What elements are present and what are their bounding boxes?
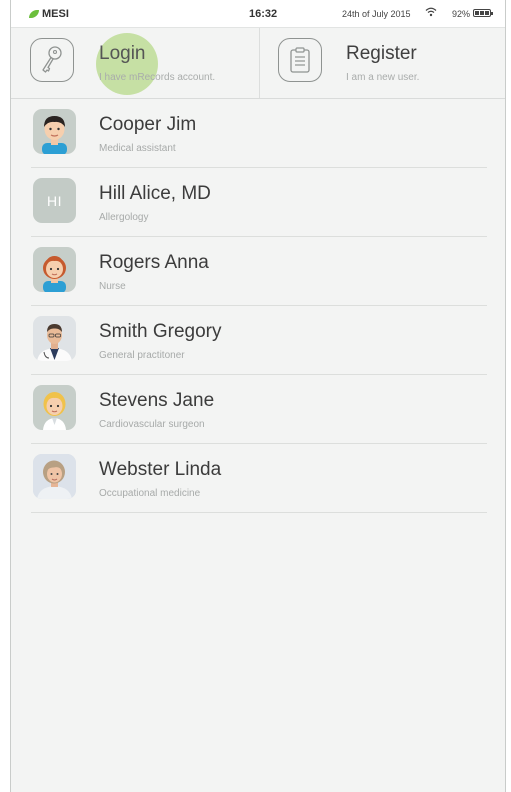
tablet-screen: MESI 16:32 24th of July 2015 92% Login I… <box>10 0 506 792</box>
brand: MESI <box>29 8 69 20</box>
date: 24th of July 2015 <box>342 9 411 19</box>
cartoon-man-avatar <box>33 109 76 154</box>
account-actions: Login I have mRecords account. Register … <box>11 28 505 99</box>
key-icon <box>30 38 74 82</box>
user-role: Nurse <box>99 281 126 292</box>
wifi-icon <box>425 7 437 17</box>
clipboard-icon <box>278 38 322 82</box>
user-name: Webster Linda <box>99 459 222 480</box>
user-name: Stevens Jane <box>99 390 215 411</box>
cartoon-blonde-avatar <box>33 385 76 430</box>
user-item-rogers-anna[interactable]: Rogers Anna Nurse <box>31 237 487 306</box>
login-title: Login <box>99 43 146 64</box>
user-list: Cooper Jim Medical assistant HI Hill Ali… <box>31 99 487 513</box>
user-role: General practitoner <box>99 350 185 361</box>
login-subtitle: I have mRecords account. <box>99 72 216 83</box>
register-button[interactable]: Register I am a new user. <box>260 28 505 98</box>
user-role: Allergology <box>99 212 149 223</box>
user-role: Cardiovascular surgeon <box>99 419 205 430</box>
battery-icon <box>473 9 493 17</box>
user-item-stevens-jane[interactable]: Stevens Jane Cardiovascular surgeon <box>31 375 487 444</box>
user-name: Hill Alice, MD <box>99 183 211 204</box>
user-name: Smith Gregory <box>99 321 222 342</box>
initials-avatar: HI <box>33 178 76 223</box>
cartoon-redhead-avatar <box>33 247 76 292</box>
user-role: Medical assistant <box>99 143 176 154</box>
user-role: Occupational medicine <box>99 488 201 499</box>
brand-name: MESI <box>42 8 69 20</box>
register-subtitle: I am a new user. <box>346 72 420 83</box>
user-item-smith-gregory[interactable]: Smith Gregory General practitoner <box>31 306 487 375</box>
user-name: Cooper Jim <box>99 114 197 135</box>
user-item-hill-alice[interactable]: HI Hill Alice, MD Allergology <box>31 168 487 237</box>
mesi-logo-icon <box>29 10 39 18</box>
clock: 16:32 <box>249 8 278 20</box>
status-bar: MESI 16:32 24th of July 2015 92% <box>11 0 505 28</box>
battery-percent: 92% <box>452 9 471 19</box>
user-name: Rogers Anna <box>99 252 209 273</box>
user-item-webster-linda[interactable]: Webster Linda Occupational medicine <box>31 444 487 513</box>
register-title: Register <box>346 43 417 64</box>
user-item-cooper-jim[interactable]: Cooper Jim Medical assistant <box>31 99 487 168</box>
woman-photo-avatar <box>33 454 76 499</box>
doctor-photo-avatar <box>33 316 76 361</box>
login-button[interactable]: Login I have mRecords account. <box>11 28 260 98</box>
